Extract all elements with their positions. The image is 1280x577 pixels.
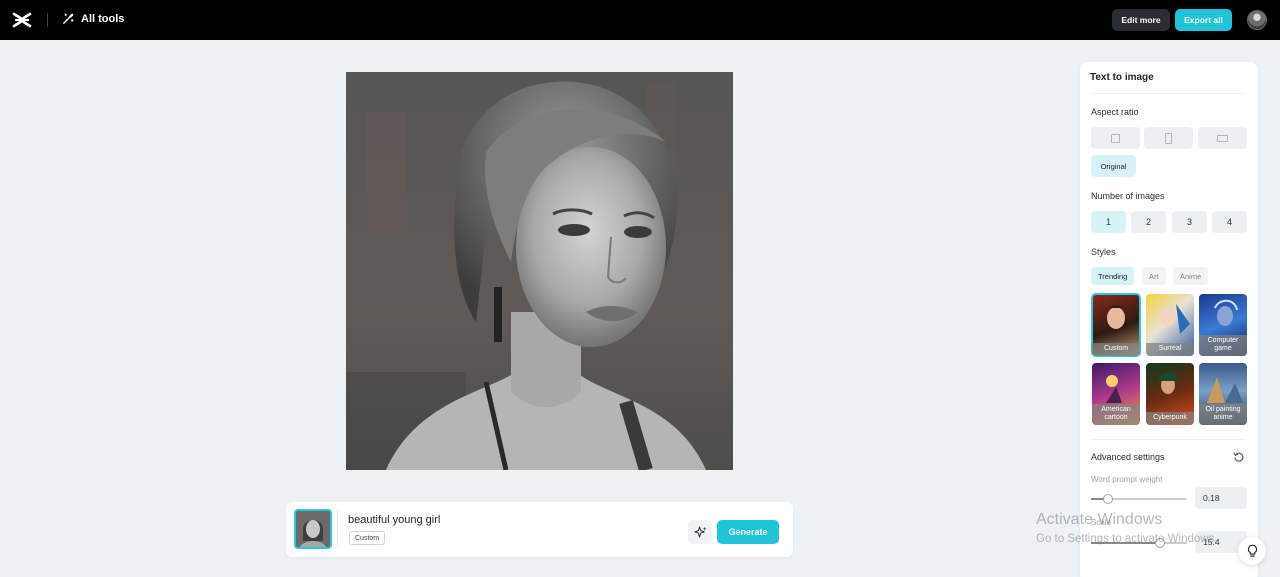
style-card-cyberpunk[interactable]: Cyberpunk xyxy=(1146,363,1194,425)
prompt-thumbnail[interactable] xyxy=(294,509,332,549)
inspire-button[interactable] xyxy=(688,520,712,544)
advanced-divider xyxy=(1090,439,1246,440)
slider-knob[interactable] xyxy=(1103,494,1114,504)
styles-tab-anime[interactable]: Anime xyxy=(1173,267,1209,285)
style-card-label: Oil painting anime xyxy=(1199,404,1247,425)
aspect-ratio-label: Aspect ratio xyxy=(1091,107,1139,117)
square-icon xyxy=(1111,133,1120,143)
style-card-label: Computer game xyxy=(1199,335,1247,356)
num-images-option-2[interactable]: 2 xyxy=(1131,211,1166,233)
lightbulb-icon xyxy=(1247,544,1257,557)
style-card-surreal[interactable]: Surreal xyxy=(1146,294,1194,356)
style-card-american-cartoon[interactable]: American cartoon xyxy=(1092,363,1140,425)
style-card-computer-game[interactable]: Computer game xyxy=(1199,294,1247,356)
tips-button[interactable] xyxy=(1238,537,1266,565)
prompt-style-tag[interactable]: Custom xyxy=(349,531,386,545)
activate-windows-title: Activate Windows xyxy=(1036,511,1163,528)
word-prompt-weight-label: Word prompt weight xyxy=(1091,475,1163,484)
user-avatar[interactable] xyxy=(1247,10,1267,30)
prompt-text[interactable]: beautiful young girl xyxy=(348,514,440,526)
landscape-icon xyxy=(1217,134,1228,142)
styles-label: Styles xyxy=(1091,247,1116,257)
advanced-settings-label: Advanced settings xyxy=(1091,452,1165,462)
generate-button[interactable]: Generate xyxy=(717,520,779,544)
number-of-images-label: Number of images xyxy=(1091,191,1165,201)
style-card-oil-painting-anime[interactable]: Oil painting anime xyxy=(1199,363,1247,425)
style-card-label: Surreal xyxy=(1146,343,1194,356)
style-card-label: Cyberpunk xyxy=(1146,412,1194,425)
generated-image[interactable] xyxy=(346,72,733,470)
ratio-portrait-button[interactable] xyxy=(1144,127,1193,149)
panel-divider xyxy=(1090,93,1246,94)
ratio-original-button[interactable]: Original xyxy=(1091,155,1136,177)
word-prompt-weight-input[interactable]: 0.18 xyxy=(1195,487,1247,509)
all-tools-button[interactable]: All tools xyxy=(62,12,124,25)
num-images-option-4[interactable]: 4 xyxy=(1212,211,1247,233)
ratio-square-button[interactable] xyxy=(1091,127,1140,149)
all-tools-label: All tools xyxy=(81,12,125,25)
reset-icon[interactable] xyxy=(1233,451,1245,463)
prompt-divider xyxy=(337,510,338,548)
magic-wand-icon xyxy=(63,13,74,24)
prompt-bar: beautiful young girl Custom Generate xyxy=(286,502,793,557)
style-card-label: American cartoon xyxy=(1092,404,1140,425)
style-card-label: Custom xyxy=(1092,343,1140,356)
panel-title: Text to image xyxy=(1090,72,1154,83)
portrait-icon xyxy=(1165,132,1172,144)
activate-windows-subtitle: Go to Settings to activate Windows. xyxy=(1036,533,1218,545)
capcut-logo-icon[interactable] xyxy=(12,11,32,29)
topbar-divider xyxy=(47,13,48,27)
top-bar: All tools Edit more Export all xyxy=(0,0,1280,40)
word-prompt-weight-slider[interactable] xyxy=(1091,494,1187,504)
export-all-button[interactable]: Export all xyxy=(1175,9,1232,31)
styles-tab-trending[interactable]: Trending xyxy=(1091,267,1135,285)
styles-tab-art[interactable]: Art xyxy=(1142,267,1166,285)
text-to-image-panel: Text to image Aspect ratio Original Numb… xyxy=(1080,62,1258,577)
ratio-landscape-button[interactable] xyxy=(1198,127,1247,149)
edit-more-button[interactable]: Edit more xyxy=(1112,9,1170,31)
sparkle-icon xyxy=(693,525,707,538)
num-images-option-3[interactable]: 3 xyxy=(1172,211,1207,233)
style-card-custom[interactable]: Custom xyxy=(1091,293,1141,357)
num-images-option-1[interactable]: 1 xyxy=(1091,211,1126,233)
